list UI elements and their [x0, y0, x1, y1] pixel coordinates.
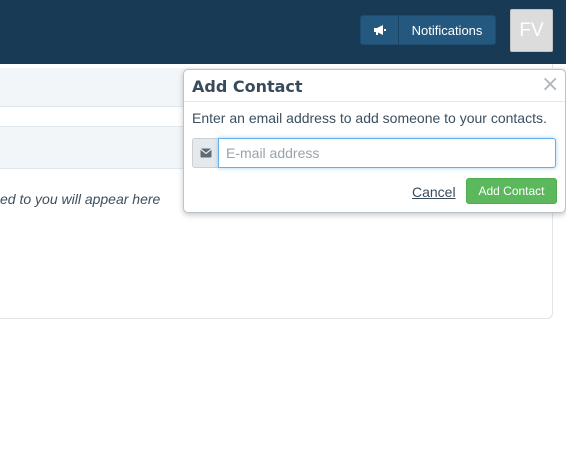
- notifications-button[interactable]: Notifications: [360, 15, 496, 45]
- avatar[interactable]: FV: [510, 9, 553, 52]
- close-icon[interactable]: ×: [541, 74, 559, 96]
- popover-title: Add Contact: [192, 77, 303, 96]
- email-input-group: [192, 138, 556, 168]
- top-navbar: Notifications FV: [0, 0, 566, 64]
- notifications-label: Notifications: [411, 22, 483, 38]
- email-field[interactable]: [218, 138, 556, 168]
- empty-state-text: ed to you will appear here: [0, 191, 161, 207]
- envelope-icon: [192, 138, 218, 168]
- cancel-link[interactable]: Cancel: [412, 184, 456, 200]
- add-contact-button[interactable]: Add Contact: [466, 178, 557, 204]
- popover-header: Add Contact ×: [184, 70, 565, 102]
- megaphone-icon: [361, 16, 399, 44]
- add-contact-popover: Add Contact × Enter an email address to …: [183, 69, 566, 213]
- popover-description: Enter an email address to add someone to…: [192, 110, 547, 126]
